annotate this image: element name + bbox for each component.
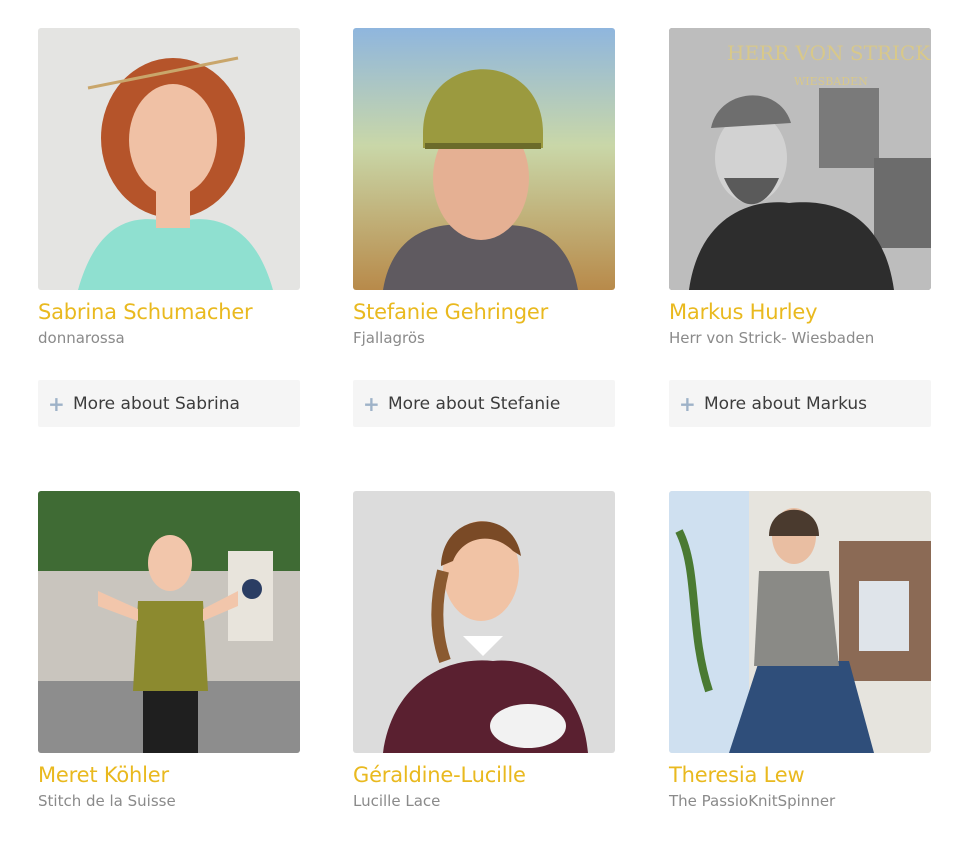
portrait-photo	[669, 491, 931, 753]
person-photo	[38, 491, 300, 753]
person-name: Stefanie Gehringer	[353, 300, 549, 324]
person-company: Herr von Strick- Wiesbaden	[669, 329, 875, 347]
person-card-geraldine: Géraldine-Lucille Lucille Lace	[353, 491, 615, 811]
more-about-label: More about Markus	[704, 393, 868, 414]
portrait-photo	[38, 28, 300, 290]
person-name: Markus Hurley	[669, 300, 818, 324]
plus-icon: +	[679, 391, 696, 416]
person-company: The PassioKnitSpinner	[669, 792, 836, 810]
portrait-photo	[353, 28, 615, 290]
person-card-meret: Meret Köhler Stitch de la Suisse	[38, 491, 300, 811]
person-name: Meret Köhler	[38, 763, 169, 787]
plus-icon: +	[48, 391, 65, 416]
person-company: Stitch de la Suisse	[38, 792, 176, 810]
more-about-label: More about Sabrina	[73, 393, 240, 414]
more-about-label: More about Stefanie	[388, 393, 561, 414]
person-photo	[353, 491, 615, 753]
person-company: donnarossa	[38, 329, 125, 347]
person-name: Theresia Lew	[669, 763, 805, 787]
portrait-photo: HERR VON STRICK WIESBADEN	[669, 28, 931, 290]
person-photo	[353, 28, 615, 290]
person-photo	[669, 491, 931, 753]
person-card-stefanie: Stefanie Gehringer Fjallagrös + More abo…	[353, 28, 615, 427]
more-about-button[interactable]: + More about Markus	[669, 380, 931, 427]
shop-sign-subtext: WIESBADEN	[794, 75, 868, 88]
team-grid: Sabrina Schumacher donnarossa + More abo…	[0, 0, 972, 843]
person-name: Géraldine-Lucille	[353, 763, 526, 787]
more-about-button[interactable]: + More about Stefanie	[353, 380, 615, 427]
person-card-sabrina: Sabrina Schumacher donnarossa + More abo…	[38, 28, 300, 427]
person-photo	[38, 28, 300, 290]
more-about-button[interactable]: + More about Sabrina	[38, 380, 300, 427]
person-photo: HERR VON STRICK WIESBADEN	[669, 28, 931, 290]
portrait-photo	[353, 491, 615, 753]
person-card-markus: HERR VON STRICK WIESBADEN Markus Hurley …	[669, 28, 931, 427]
plus-icon: +	[363, 391, 380, 416]
person-name: Sabrina Schumacher	[38, 300, 253, 324]
person-card-theresia: Theresia Lew The PassioKnitSpinner	[669, 491, 931, 811]
shop-sign-text: HERR VON STRICK	[727, 41, 931, 65]
person-company: Lucille Lace	[353, 792, 441, 810]
person-company: Fjallagrös	[353, 329, 425, 347]
portrait-photo	[38, 491, 300, 753]
